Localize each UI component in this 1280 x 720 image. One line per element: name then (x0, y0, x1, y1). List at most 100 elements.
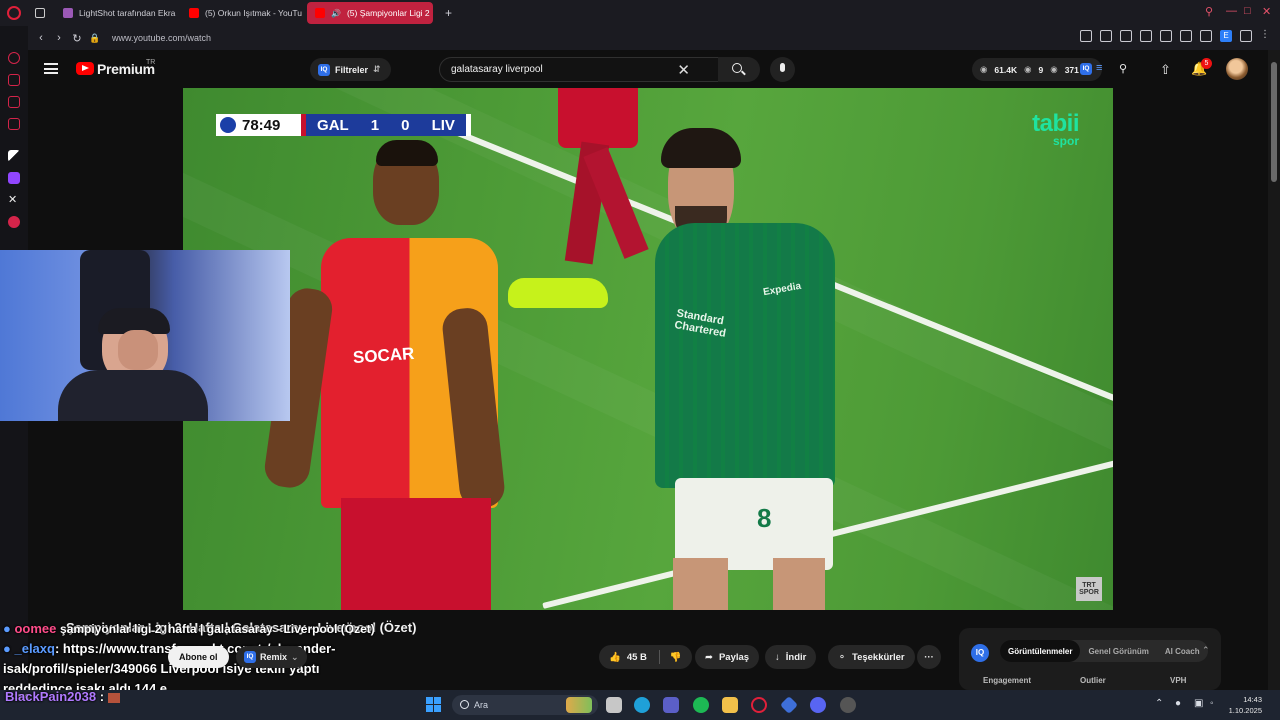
tray-mic-icon[interactable]: ● (1175, 698, 1181, 709)
heart-icon[interactable] (1180, 30, 1192, 42)
list-icon[interactable]: ≡ (1096, 62, 1102, 74)
extensions-icon[interactable] (1200, 30, 1212, 42)
chat-message: BlackPain2038 : (5, 689, 120, 704)
start-button[interactable] (426, 697, 441, 712)
youtube-logo-icon[interactable] (76, 62, 94, 75)
thanks-button[interactable]: ⚬ Teşekkürler (828, 645, 915, 669)
sidebar-whatsapp-icon[interactable] (8, 96, 20, 108)
home-jersey-sponsor: SOCAR (352, 343, 415, 368)
likes-count: 9 (1038, 64, 1044, 75)
tab-goruntulenmeler[interactable]: Görüntülenmeler (1000, 640, 1081, 662)
player-icon[interactable] (1140, 30, 1152, 42)
upload-icon[interactable]: ⇧ (1160, 62, 1171, 78)
tab-orkun-isitmak[interactable]: (5) Orkun Işıtmak - YouTu (181, 2, 303, 24)
more-actions-button[interactable]: ··· (917, 645, 941, 669)
tray-chevron-icon[interactable]: ⌃ (1155, 698, 1163, 709)
brand-region: TR (146, 59, 156, 66)
away-player-jersey (655, 223, 835, 488)
minimize-icon[interactable]: — (1226, 5, 1237, 17)
chevron-down-icon: ⌄ (291, 651, 299, 662)
spotify-icon[interactable] (693, 697, 709, 713)
lock-icon: 🔒 (89, 32, 101, 43)
sidebar-messenger-icon[interactable] (8, 52, 20, 64)
forward-icon[interactable]: › (50, 32, 68, 44)
collapse-icon[interactable]: ⌃ (1202, 645, 1210, 656)
iq-analytics-panel: IQ Görüntülenmeler Genel Görünüm AI Coac… (959, 628, 1221, 690)
close-icon[interactable]: ✕ (1262, 5, 1271, 18)
sliders-icon: ⇵ (373, 64, 381, 74)
sidebar-ai-icon[interactable] (8, 74, 20, 86)
download-icon[interactable] (1240, 30, 1252, 42)
sidebar-x-icon[interactable]: ✕ (8, 194, 20, 206)
menu-icon[interactable] (44, 63, 58, 74)
trophy-icon[interactable]: ⚲ (1119, 62, 1127, 75)
sidebar-twitch-icon[interactable] (8, 172, 20, 184)
system-clock[interactable]: 14:43 1.10.2025 (1229, 694, 1262, 716)
football-boot (508, 278, 608, 308)
chat-username: BlackPain2038 (5, 689, 97, 704)
youtube-favicon-icon (189, 8, 199, 18)
search-button[interactable] (718, 57, 760, 82)
away-player-leg (773, 558, 825, 610)
widgets-icon[interactable] (566, 697, 592, 713)
new-tab-button[interactable]: + (437, 2, 460, 24)
teams-icon[interactable] (663, 697, 679, 713)
maximize-icon[interactable]: □ (1244, 5, 1251, 17)
shield-icon[interactable] (1120, 30, 1132, 42)
chat-username: oomee (14, 621, 57, 636)
snapshot-icon[interactable] (1100, 30, 1112, 42)
url-field[interactable]: www.youtube.com/watch (112, 33, 211, 43)
filters-button[interactable]: IQ Filtreler ⇵ (310, 58, 391, 81)
obs-icon[interactable] (840, 697, 856, 713)
sidebar-music-icon[interactable] (8, 216, 20, 228)
back-icon[interactable]: ‹ (32, 32, 50, 44)
sidebar-instagram-icon[interactable] (8, 118, 20, 130)
tray-display-icon[interactable]: ▣ (1194, 698, 1203, 709)
avatar[interactable] (1226, 58, 1248, 80)
iq-tabs: Görüntülenmeler Genel Görünüm AI Coach (1000, 640, 1208, 662)
tab-sampiyonlar-ligi[interactable]: 🔊 (5) Şampiyonlar Ligi 2 (307, 2, 433, 24)
thumbs-down-icon[interactable]: 👎 (670, 652, 682, 663)
opera-logo-icon[interactable] (7, 6, 21, 20)
iq-extension-icon[interactable]: IQ (1080, 63, 1092, 75)
game-app-icon[interactable] (779, 695, 799, 715)
chat-text: : (96, 689, 108, 704)
download-button[interactable]: ↓ İndir (765, 645, 817, 669)
tray-wifi-icon[interactable]: ◦ (1210, 698, 1214, 709)
menu-icon[interactable]: ⋮ (1260, 30, 1272, 42)
scrollbar-thumb[interactable] (1271, 62, 1277, 182)
col-vph: VPH (1170, 676, 1187, 685)
folder-icon[interactable] (722, 697, 738, 713)
chat-message: ● oomee şampiyonlar ligi 2. hafta | gala… (3, 621, 375, 636)
tab-lightshot[interactable]: LightShot tarafından Ekra (55, 2, 177, 24)
subscribe-button[interactable]: Abone ol (168, 646, 229, 668)
background-player-shorts (558, 88, 638, 148)
profile-icon[interactable]: E (1220, 30, 1232, 42)
file-explorer-icon[interactable] (606, 697, 622, 713)
voice-search-button[interactable] (770, 57, 795, 82)
pin-icon[interactable] (1080, 30, 1092, 42)
sidebar-tiktok-icon[interactable] (8, 150, 20, 162)
search-tabs-icon[interactable]: ⚲ (1205, 5, 1213, 18)
clear-search-icon[interactable]: ✕ (677, 61, 690, 79)
browser-tab-strip: LightShot tarafından Ekra (5) Orkun Işıt… (0, 0, 1280, 26)
tab-workspaces[interactable] (29, 2, 51, 24)
discord-icon[interactable] (810, 697, 826, 713)
views-count: 61.4K (994, 64, 1018, 75)
remix-button[interactable]: IQ Remix ⌄ (236, 646, 307, 668)
reload-icon[interactable]: ↻ (68, 32, 86, 45)
edge-icon[interactable] (634, 697, 650, 713)
opera-taskbar-icon[interactable] (751, 697, 767, 713)
webcam-person-body (58, 370, 208, 421)
vpn-icon[interactable] (1160, 30, 1172, 42)
tab-ai-coach[interactable]: AI Coach (1157, 640, 1208, 662)
address-bar: ‹ › ↻ 🔒 www.youtube.com/watch E ⋮ (28, 26, 1280, 50)
like-button[interactable]: 👍 45 B 👎 (599, 645, 692, 669)
search-input[interactable]: galatasaray liverpool ✕ (439, 57, 749, 82)
home-score: 1 (370, 116, 380, 134)
share-button[interactable]: ➦ Paylaş (695, 645, 760, 669)
tab-genel-gorunum[interactable]: Genel Görünüm (1080, 640, 1156, 662)
pill-divider (658, 650, 660, 664)
share-icon: ➦ (705, 651, 713, 663)
video-player[interactable]: SOCAR Standard Chartered Expedia 8 78:49… (183, 88, 1113, 610)
